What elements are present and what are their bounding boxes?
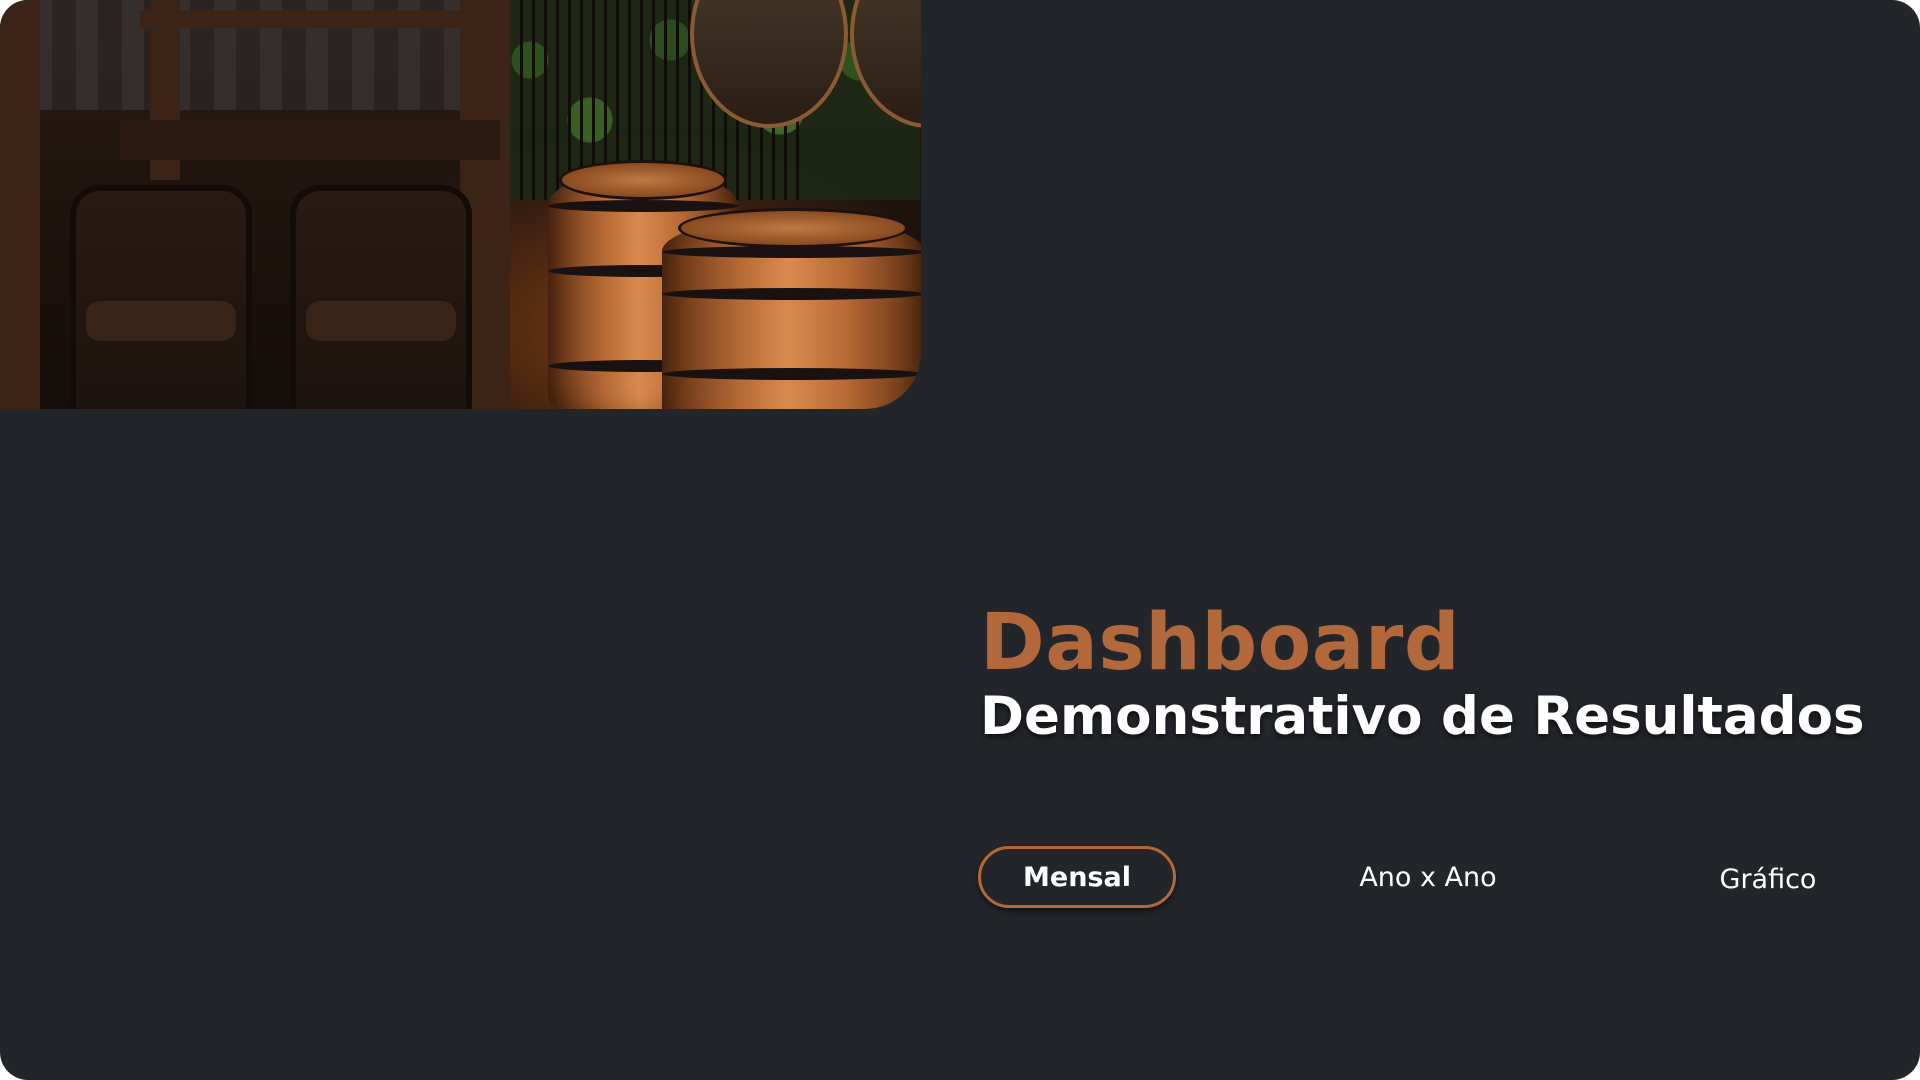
title-block: Dashboard Demonstrativo de Resultados — [980, 600, 1880, 748]
barrel — [662, 208, 921, 409]
barrel-top — [677, 208, 909, 248]
barrel-hoop — [662, 368, 921, 380]
barrel-hoop — [548, 200, 738, 212]
wooden-press — [120, 120, 500, 160]
barrel-top — [559, 160, 727, 200]
tab-mensal[interactable]: Mensal — [978, 846, 1176, 908]
wooden-beam — [0, 0, 40, 409]
dashboard-cover: Dashboard Demonstrativo de Resultados Me… — [0, 0, 1920, 1080]
nav-tabs: Mensal Ano x Ano Gráfico — [978, 846, 1878, 908]
barrel-hoop — [662, 246, 921, 258]
tab-grafico[interactable]: Gráfico — [1668, 848, 1868, 910]
page-title: Dashboard — [980, 598, 1461, 688]
wooden-beam — [140, 10, 460, 28]
chair — [290, 185, 472, 409]
page-subtitle: Demonstrativo de Resultados — [980, 686, 1865, 747]
chair — [70, 185, 252, 409]
hero-image-wine-barrels — [0, 0, 921, 409]
barrel-hoop — [662, 288, 921, 300]
tab-ano-x-ano[interactable]: Ano x Ano — [1318, 846, 1538, 908]
